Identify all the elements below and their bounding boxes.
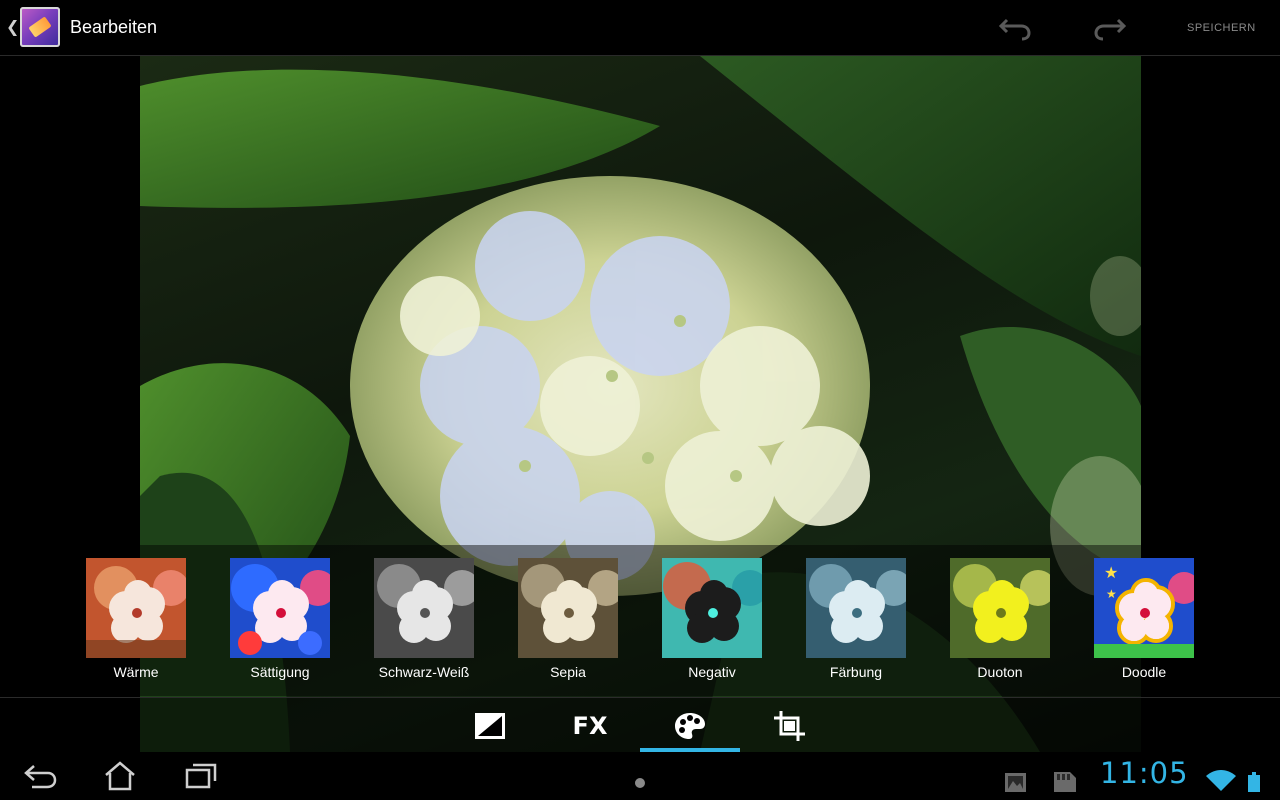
filter-negative[interactable]: Negativ [652, 558, 772, 680]
filter-saturation[interactable]: Sättigung [220, 558, 340, 680]
exposure-icon [475, 712, 505, 739]
filter-label: Duoton [977, 664, 1023, 680]
filter-duotone[interactable]: Duoton [940, 558, 1060, 680]
crop-icon [774, 710, 805, 741]
filter-thumbnail [374, 558, 474, 658]
gallery-notification-icon [1000, 760, 1040, 792]
filter-label: Wärme [113, 664, 159, 680]
tool-tabs: FX [0, 697, 1280, 753]
up-caret-icon[interactable]: ❮ [6, 17, 19, 36]
svg-text:★: ★ [1106, 587, 1117, 601]
undo-icon[interactable] [997, 14, 1033, 42]
menu-dot-icon[interactable] [620, 760, 660, 792]
filter-tint[interactable]: Färbung [796, 558, 916, 680]
filter-thumbnail [230, 558, 330, 658]
action-bar: ❮ Bearbeiten SPEICHERN [0, 0, 1280, 56]
tab-exposure[interactable] [440, 698, 540, 753]
filter-strip: Wärme Sättigung Schwarz-Weiß Sepia Negat… [0, 545, 1280, 696]
filter-label: Sepia [550, 664, 586, 680]
tab-fx[interactable]: FX [540, 698, 640, 753]
filter-label: Negativ [688, 664, 736, 680]
filter-sepia[interactable]: Sepia [508, 558, 628, 680]
back-nav-icon[interactable] [20, 760, 60, 792]
filter-thumbnail: ★ ★ [1094, 558, 1194, 658]
filter-thumbnail [806, 558, 906, 658]
filter-label: Färbung [829, 664, 883, 680]
tab-crop[interactable] [740, 698, 840, 753]
filter-thumbnail [518, 558, 618, 658]
filter-doodle[interactable]: ★ ★ Doodle [1084, 558, 1204, 680]
page-title: Bearbeiten [70, 17, 158, 37]
filter-black-white[interactable]: Schwarz-Weiß [364, 558, 484, 680]
sd-card-icon [1045, 760, 1085, 794]
gallery-app-icon[interactable] [20, 7, 60, 47]
battery-icon [1238, 760, 1278, 794]
filter-thumbnail [86, 558, 186, 658]
filter-label: Sättigung [250, 664, 310, 680]
system-bar [0, 752, 1280, 800]
fx-label: FX [572, 711, 608, 740]
redo-icon[interactable] [1092, 14, 1128, 42]
save-button[interactable]: SPEICHERN [1187, 22, 1256, 34]
home-nav-icon[interactable] [100, 760, 140, 792]
status-clock: 11:05 [1100, 756, 1189, 790]
wifi-icon [1200, 760, 1240, 792]
palette-icon [675, 712, 705, 739]
recent-apps-icon[interactable] [182, 760, 222, 792]
filter-thumbnail [950, 558, 1050, 658]
filter-warmth[interactable]: Wärme [76, 558, 196, 680]
filter-label: Doodle [1121, 664, 1167, 680]
tab-color-filters[interactable] [640, 698, 740, 753]
filter-thumbnail [662, 558, 762, 658]
svg-text:★: ★ [1104, 563, 1118, 582]
filter-label: Schwarz-Weiß [378, 664, 470, 680]
